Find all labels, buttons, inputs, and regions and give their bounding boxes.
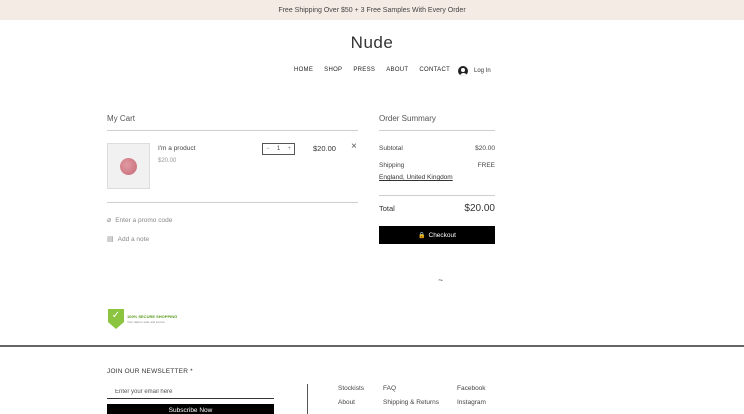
cart-title: My Cart [107,114,135,123]
login-label: Log In [474,68,491,74]
checkout-label: Checkout [428,231,456,239]
promo-code-label: Enter a promo code [115,216,173,224]
product-image [120,157,137,175]
newsletter-title: JOIN OUR NEWSLETTER * [107,368,193,375]
quantity-value[interactable]: 1 [277,146,280,152]
shipping-value: FREE [477,162,495,169]
subtotal-value: $20.00 [475,145,495,152]
total-value: $20.00 [464,203,495,214]
order-summary-title: Order Summary [379,114,436,123]
minus-icon[interactable]: − [266,146,270,152]
shipping-label: Shipping [379,162,405,169]
nav-shop[interactable]: SHOP [324,67,342,73]
add-note-label: Add a note [117,235,150,243]
footer-link-faq[interactable]: FAQ [383,385,396,392]
shield-check-icon: ✓ [108,309,124,329]
main-nav: HOME SHOP PRESS ABOUT CONTACT [0,67,744,73]
subscribe-button[interactable]: Subscribe Now [107,404,274,414]
summary-divider-top [379,130,495,131]
quantity-stepper[interactable]: − 1 + [262,143,295,155]
summary-divider-bottom [379,195,495,196]
user-icon [458,66,468,76]
product-unit-price: $20.00 [158,158,177,164]
tag-icon: ⌀ [107,217,112,224]
login-button[interactable]: Log In [458,66,491,76]
footer-divider [0,345,744,347]
subtotal-label: Subtotal [379,145,403,152]
total-row: Total $20.00 [379,203,495,214]
product-name[interactable]: I'm a product [158,145,195,152]
nav-about[interactable]: ABOUT [386,67,408,73]
add-note-link[interactable]: ▤ Add a note [107,235,150,244]
footer-link-stockists[interactable]: Stockists [338,385,364,392]
shipping-row: Shipping FREE [379,162,495,169]
checkout-button[interactable]: 🔒 Checkout [379,226,495,244]
newsletter-email-input[interactable] [107,385,274,399]
cart-divider-top [107,130,358,131]
product-thumbnail[interactable] [107,143,150,189]
nav-press[interactable]: PRESS [353,67,375,73]
total-label: Total [379,204,395,213]
promo-code-link[interactable]: ⌀ Enter a promo code [107,216,173,225]
lock-icon: 🔒 [418,232,426,239]
remove-item-icon[interactable]: × [351,142,357,152]
nav-contact[interactable]: CONTACT [419,67,450,73]
loading-indicator: ~ [438,275,444,285]
secure-shopping-badge: ✓ 100% SECURE SHOPPING Your data is safe… [107,309,181,330]
footer-link-facebook[interactable]: Facebook [457,385,486,392]
footer-link-instagram[interactable]: Instagram [457,399,486,406]
nav-home[interactable]: HOME [294,67,313,73]
footer-link-about[interactable]: About [338,399,355,406]
promo-banner-text: Free Shipping Over $50 + 3 Free Samples … [278,6,466,14]
plus-icon[interactable]: + [287,146,291,152]
shipping-location-link[interactable]: England, United Kingdom [379,174,453,181]
badge-subtitle: Your data is safe and secure [127,320,165,324]
badge-title: 100% SECURE SHOPPING [127,314,178,319]
promo-banner: Free Shipping Over $50 + 3 Free Samples … [0,0,744,20]
footer-column-divider [307,384,308,414]
site-logo[interactable]: Nude [0,33,744,53]
footer-link-shipping-returns[interactable]: Shipping & Returns [383,399,439,406]
subtotal-row: Subtotal $20.00 [379,145,495,152]
line-total: $20.00 [313,144,336,153]
note-icon: ▤ [107,236,114,243]
cart-divider-bottom [107,202,358,203]
